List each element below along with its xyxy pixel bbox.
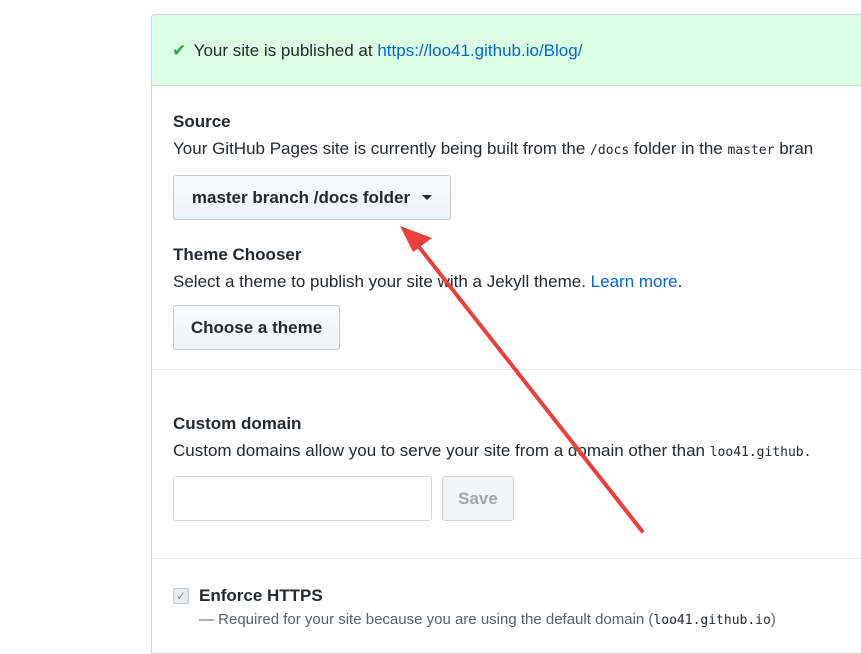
source-dropdown-label: master branch /docs folder bbox=[191, 187, 411, 207]
theme-chooser-heading: Theme Chooser bbox=[173, 245, 302, 264]
published-site-link[interactable]: https://loo41.github.io/Blog/ bbox=[377, 41, 582, 60]
learn-more-link[interactable]: Learn more bbox=[591, 272, 678, 291]
save-button[interactable]: Save bbox=[442, 476, 514, 521]
https-note: — Required for your site because you are… bbox=[199, 611, 776, 628]
github-pages-settings-panel: ✔ Your site is published at https://loo4… bbox=[151, 14, 861, 654]
theme-description: Select a theme to publish your site with… bbox=[173, 272, 683, 291]
section-divider bbox=[152, 558, 861, 559]
published-flash: ✔ Your site is published at https://loo4… bbox=[152, 15, 861, 86]
source-branch-dropdown[interactable]: master branch /docs folder bbox=[173, 175, 451, 220]
custom-domain-description: Custom domains allow you to serve your s… bbox=[173, 441, 812, 460]
source-description: Your GitHub Pages site is currently bein… bbox=[173, 139, 814, 158]
section-divider bbox=[152, 369, 861, 370]
enforce-https-label: Enforce HTTPS bbox=[199, 586, 323, 605]
source-heading: Source bbox=[173, 112, 231, 131]
custom-domain-heading: Custom domain bbox=[173, 414, 302, 433]
check-icon: ✔ bbox=[172, 41, 187, 60]
choose-theme-button[interactable]: Choose a theme bbox=[173, 305, 340, 350]
published-text: Your site is published at bbox=[193, 41, 373, 60]
custom-domain-input[interactable] bbox=[173, 476, 432, 521]
caret-down-icon bbox=[422, 195, 433, 200]
enforce-https-checkbox[interactable]: ✓ bbox=[173, 588, 189, 604]
